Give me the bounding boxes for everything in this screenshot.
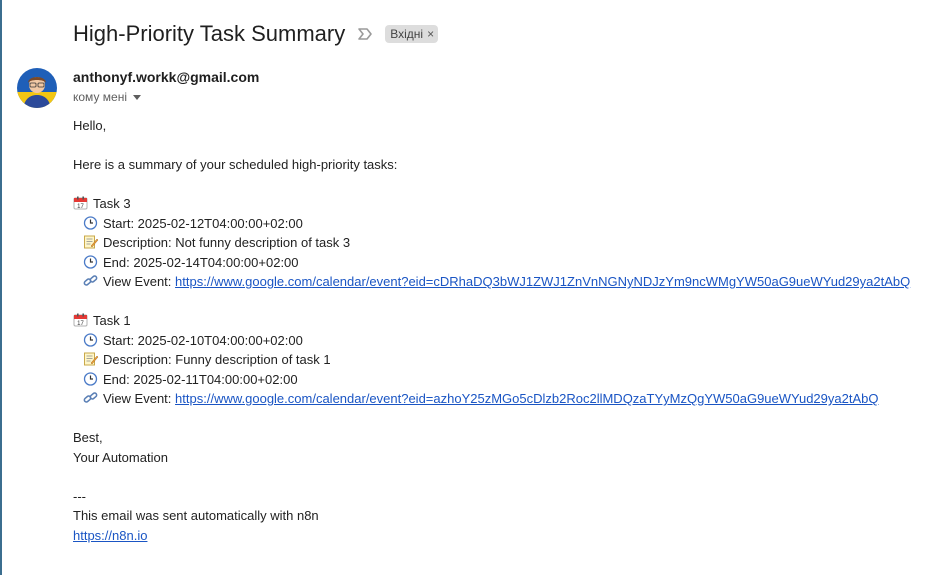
footer-link-row: https://n8n.io [73,526,933,546]
svg-text:17: 17 [77,204,84,210]
email-subject: High-Priority Task Summary [73,21,346,46]
signature: Your Automation [73,449,168,465]
recipient-details-toggle[interactable]: кому мені [73,90,141,104]
n8n-link[interactable]: https://n8n.io [73,528,147,543]
task-end-row: End: 2025-02-14T04:00:00+02:00 [73,253,933,273]
task-title: Task 3 [93,196,131,211]
inbox-label-chip[interactable]: Вхідні × [385,25,439,43]
task-start: Start: 2025-02-12T04:00:00+02:00 [103,215,303,231]
event-link[interactable]: https://www.google.com/calendar/event?ei… [175,391,878,406]
task-end: End: 2025-02-14T04:00:00+02:00 [103,254,299,270]
calendar-icon: 17 [73,196,89,210]
recipient-label: кому мені [73,90,127,104]
link-icon [83,391,99,405]
task-start: Start: 2025-02-10T04:00:00+02:00 [103,332,303,348]
sender-avatar[interactable] [17,68,57,108]
task-description-row: Description: Not funny description of ta… [73,233,933,253]
intro-text: Here is a summary of your scheduled high… [73,157,398,172]
view-event-label: View Event: [103,391,172,406]
remove-label-icon[interactable]: × [427,27,434,41]
importance-marker-icon[interactable] [357,26,373,42]
footer-separator: --- [73,488,86,504]
task-description: Description: Funny description of task 1 [103,352,331,367]
memo-icon [83,235,99,249]
email-body: Hello, Here is a summary of your schedul… [73,116,933,545]
svg-text:17: 17 [77,321,84,327]
chevron-down-icon[interactable] [133,94,141,100]
subject-row: High-Priority Task Summary Вхідні × [73,18,439,50]
clock-icon [83,254,99,269]
memo-icon [83,352,99,366]
footer-text: This email was sent automatically with n… [73,508,319,523]
link-icon [83,274,99,288]
clock-icon [83,371,99,386]
closing: Best, [73,430,103,445]
clock-icon [83,332,99,347]
task-title-row: 17 Task 1 [73,311,933,331]
task-description-row: Description: Funny description of task 1 [73,350,933,370]
task-view-row: View Event: https://www.google.com/calen… [73,272,933,292]
task-start-row: Start: 2025-02-12T04:00:00+02:00 [73,214,933,234]
inbox-label-text: Вхідні [390,27,424,41]
calendar-icon: 17 [73,313,89,327]
event-link[interactable]: https://www.google.com/calendar/event?ei… [175,274,910,289]
window-left-edge [0,0,2,575]
task-title-row: 17 Task 3 [73,194,933,214]
task-view-row: View Event: https://www.google.com/calen… [73,389,933,409]
task-end: End: 2025-02-11T04:00:00+02:00 [103,371,298,387]
task-start-row: Start: 2025-02-10T04:00:00+02:00 [73,331,933,351]
clock-icon [83,215,99,230]
task-title: Task 1 [93,313,131,328]
task-description: Description: Not funny description of ta… [103,235,351,250]
task-end-row: End: 2025-02-11T04:00:00+02:00 [73,370,933,390]
greeting: Hello, [73,118,107,133]
sender-email[interactable]: anthonyf.workk@gmail.com [73,69,259,85]
view-event-label: View Event: [103,274,172,289]
